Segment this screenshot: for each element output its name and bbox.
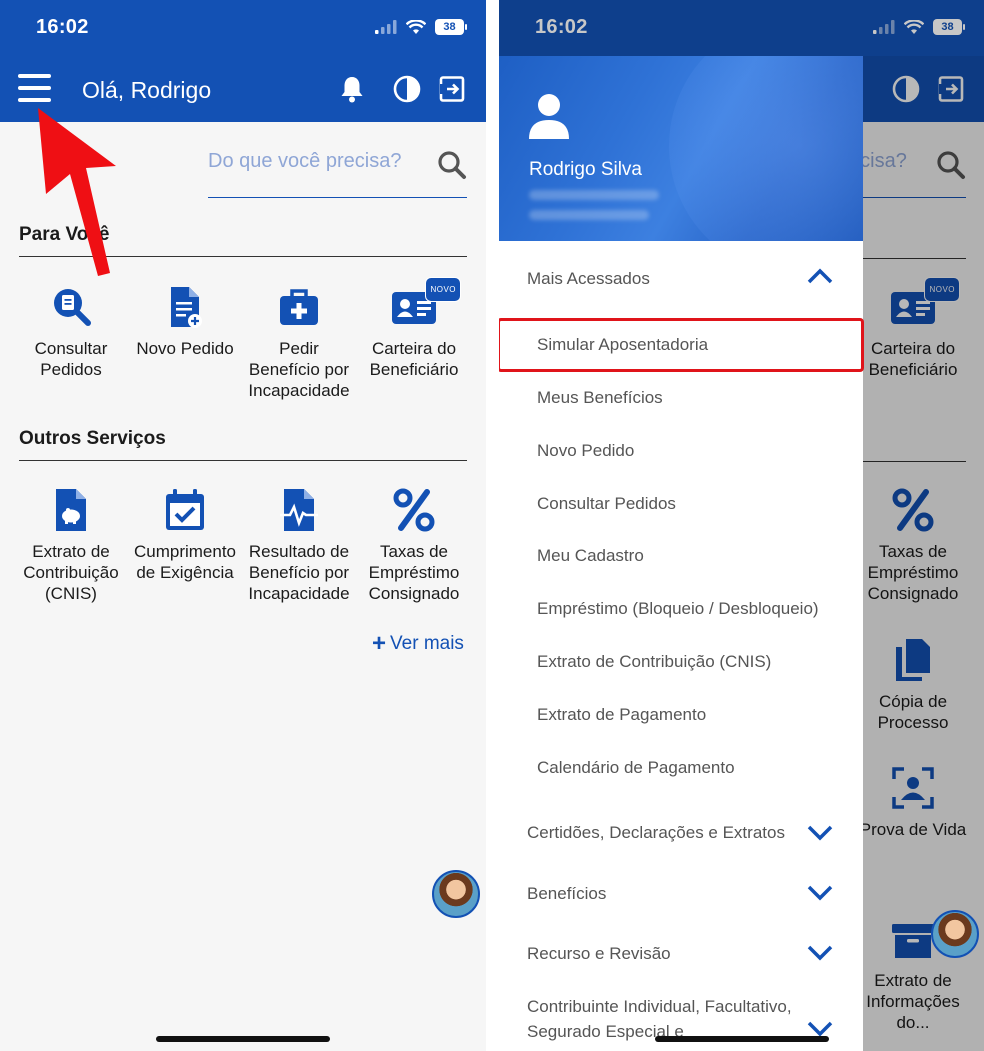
status-bar: 16:02 38 [0, 0, 486, 56]
user-icon [529, 94, 569, 139]
menu-category-beneficios[interactable]: Benefícios [527, 884, 606, 904]
drawer-header: Rodrigo Silva [499, 56, 863, 241]
menu-item-simular-aposentadoria[interactable]: Simular Aposentadoria [537, 335, 708, 355]
section-title-outros-servicos: Outros Serviços [19, 428, 467, 461]
tile-novo-pedido[interactable]: Novo Pedido [128, 284, 242, 359]
tile-label: Consultar Pedidos [34, 339, 108, 379]
new-document-icon [171, 287, 202, 328]
tile-label: Novo Pedido [136, 339, 234, 358]
home-indicator[interactable] [655, 1036, 829, 1042]
chevron-up-icon[interactable] [806, 266, 834, 286]
chevron-down-icon[interactable] [806, 822, 834, 842]
menu-screen: 16:02 38 ecisa? NOVO Carteira do Benefic… [499, 0, 984, 1051]
menu-item-emprestimo[interactable]: Empréstimo (Bloqueio / Desbloqueio) [537, 599, 819, 619]
ver-mais-label: Ver mais [390, 633, 464, 654]
menu-item-extrato-contribuicao[interactable]: Extrato de Contribuição (CNIS) [537, 652, 771, 672]
menu-item-novo-pedido[interactable]: Novo Pedido [537, 441, 634, 461]
menu-category-recurso-revisao[interactable]: Recurso e Revisão [527, 944, 671, 964]
home-screen: 16:02 38 Olá, Rodrigo Para Você Consulta… [0, 0, 486, 1051]
annotation-arrow-icon [38, 108, 116, 276]
tile-carteira-beneficiario[interactable]: NOVO Carteira do Beneficiário [357, 277, 471, 380]
menu-item-consultar-pedidos[interactable]: Consultar Pedidos [537, 494, 676, 514]
menu-category-mais-acessados[interactable]: Mais Acessados [527, 269, 650, 289]
chevron-down-icon[interactable] [806, 882, 834, 902]
menu-item-meu-cadastro[interactable]: Meu Cadastro [537, 546, 644, 566]
menu-category-certidoes[interactable]: Certidões, Declarações e Extratos [527, 823, 785, 843]
menu-item-calendario-pagamento[interactable]: Calendário de Pagamento [537, 758, 735, 778]
status-time: 16:02 [36, 16, 89, 38]
tile-label: Resultado de Benefício por Incapacidade [248, 542, 350, 603]
search-bar[interactable] [208, 138, 467, 198]
tile-resultado-beneficio[interactable]: Resultado de Benefício por Incapacidade [242, 487, 356, 604]
blurred-info [529, 210, 649, 220]
menu-item-meus-beneficios[interactable]: Meus Benefícios [537, 388, 663, 408]
home-indicator[interactable] [156, 1036, 330, 1042]
wifi-icon [406, 19, 426, 34]
ver-mais-link[interactable]: + Ver mais [372, 630, 464, 658]
tile-label: Taxas de Empréstimo Consignado [368, 542, 460, 603]
contrast-icon[interactable] [392, 74, 422, 104]
battery-indicator: 38 [435, 19, 467, 35]
blurred-info [529, 190, 659, 200]
chevron-down-icon[interactable] [806, 1018, 834, 1038]
greeting: Olá, Rodrigo [82, 77, 212, 103]
medical-kit-icon [280, 289, 318, 325]
search-icon[interactable] [437, 150, 467, 180]
tile-consultar-pedidos[interactable]: Consultar Pedidos [14, 284, 128, 380]
navigation-drawer: Rodrigo Silva Mais Acessados Simular Apo… [499, 56, 864, 1051]
tile-pedir-beneficio[interactable]: Pedir Benefício por Incapacidade [242, 284, 356, 401]
assistant-avatar[interactable] [931, 910, 979, 958]
user-name: Rodrigo Silva [529, 159, 642, 180]
heartbeat-document-icon [280, 489, 318, 531]
signal-icon [375, 20, 397, 34]
logout-icon[interactable] [437, 74, 467, 104]
tile-extrato-contribuicao[interactable]: Extrato de Contribuição (CNIS) [14, 487, 128, 604]
chevron-down-icon[interactable] [806, 942, 834, 962]
tile-taxas-emprestimo[interactable]: Taxas de Empréstimo Consignado [357, 487, 471, 604]
menu-icon[interactable] [18, 74, 51, 104]
novo-badge: NOVO [425, 277, 461, 302]
overlay [499, 0, 984, 56]
tile-cumprimento-exigencia[interactable]: Cumprimento de Exigência [128, 487, 242, 583]
calendar-check-icon [166, 489, 204, 530]
percent-icon [393, 488, 435, 532]
tile-label: Pedir Benefício por Incapacidade [248, 339, 350, 400]
tile-label: Cumprimento de Exigência [133, 542, 237, 582]
assistant-avatar[interactable] [432, 870, 480, 918]
menu-item-extrato-pagamento[interactable]: Extrato de Pagamento [537, 705, 706, 725]
bell-icon[interactable] [337, 74, 367, 104]
tile-label: Carteira do Beneficiário [369, 339, 459, 379]
search-document-icon [54, 289, 91, 326]
plus-icon: + [372, 630, 387, 657]
tile-label: Extrato de Contribuição (CNIS) [23, 542, 119, 603]
search-input[interactable] [208, 150, 428, 173]
piggy-document-icon [56, 489, 86, 531]
